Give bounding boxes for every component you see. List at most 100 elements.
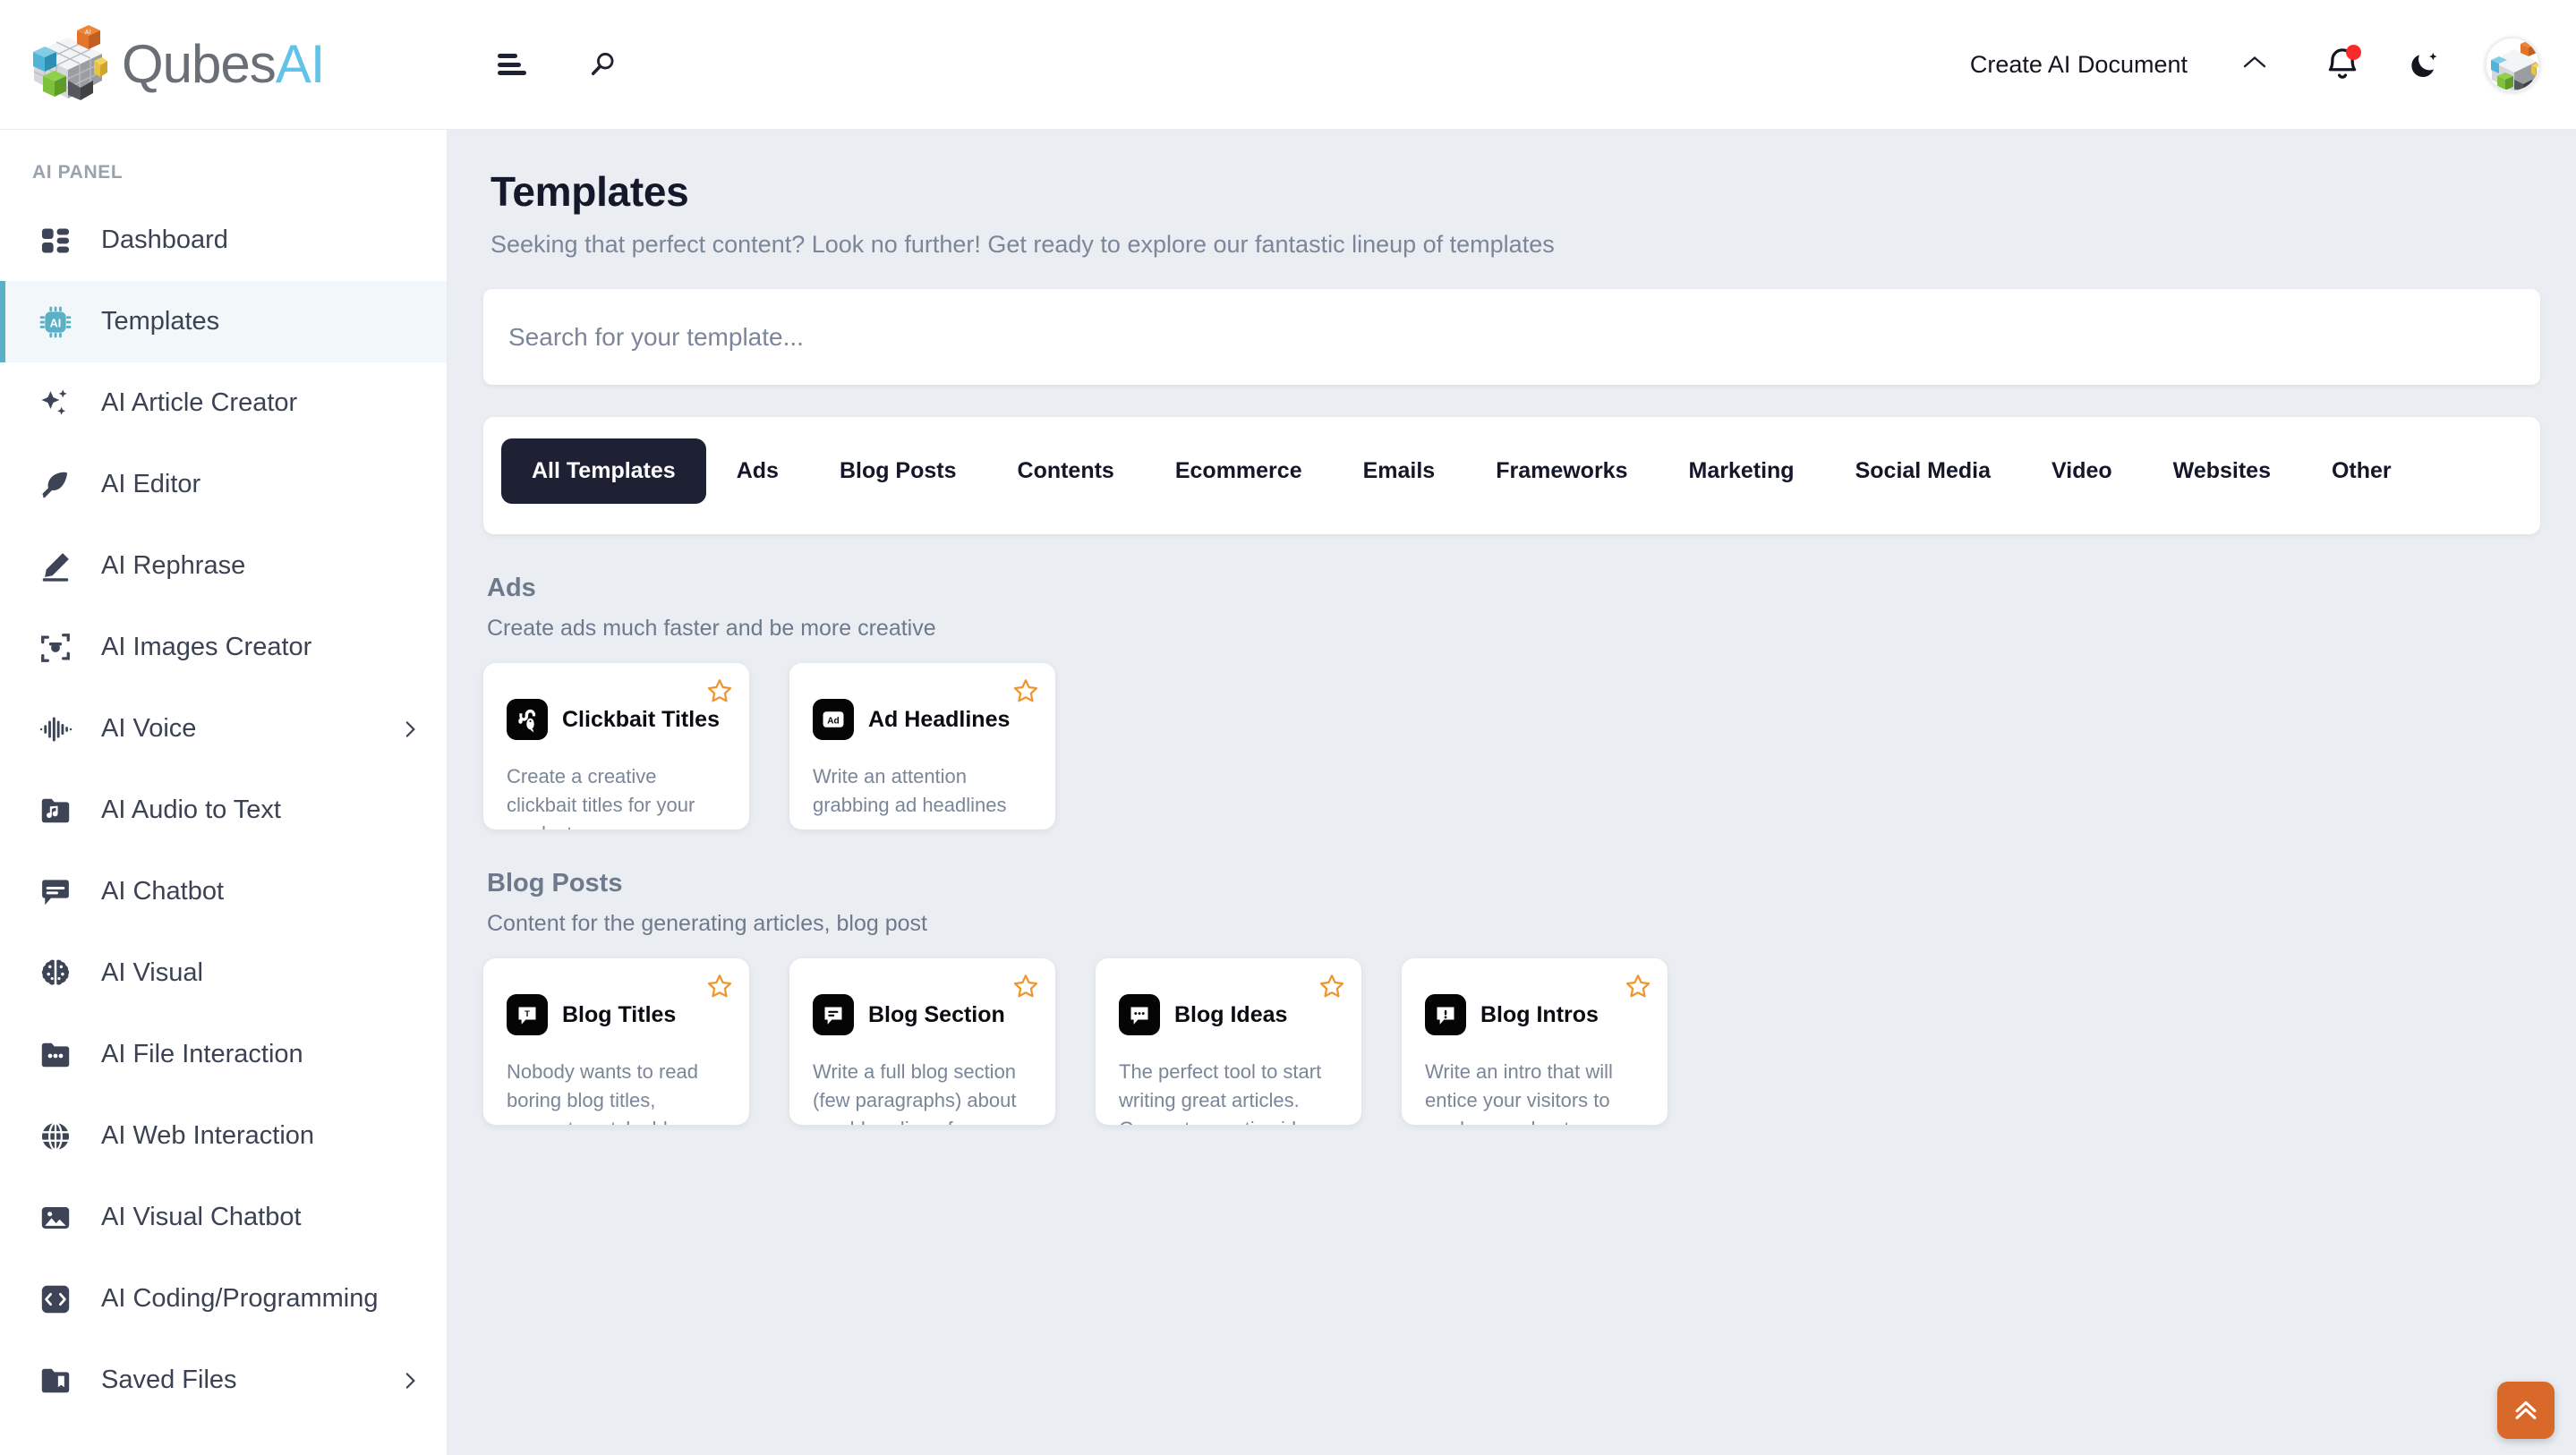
section-title: Blog Posts — [487, 869, 623, 898]
favorite-star-icon[interactable] — [706, 973, 733, 1004]
sidebar-item-label: AI Rephrase — [101, 551, 246, 580]
sidebar-item-label: AI Chatbot — [101, 877, 225, 906]
sidebar-item-ai-rephrase[interactable]: AI Rephrase — [0, 525, 447, 607]
grid-icon — [35, 220, 76, 261]
sidebar-item-ai-web-interaction[interactable]: AI Web Interaction — [0, 1095, 447, 1177]
scroll-to-top-button[interactable] — [2497, 1382, 2555, 1439]
menu-toggle-button[interactable] — [492, 45, 532, 84]
main-content: Templates Seeking that perfect content? … — [448, 130, 2576, 1455]
moon-icon — [2411, 53, 2437, 78]
brand-name: QubesAI — [122, 38, 325, 91]
sidebar-item-label: Dashboard — [101, 225, 228, 254]
brand-name-part2: AI — [275, 34, 326, 94]
template-card-grid: T Blog Titles Nobody wants to read borin… — [483, 958, 2540, 1125]
favorite-star-icon[interactable] — [1012, 973, 1039, 1004]
tab-contents[interactable]: Contents — [987, 438, 1145, 504]
waveform-icon — [35, 709, 76, 750]
sidebar-panel-label: AI PANEL — [32, 162, 124, 183]
ai-chip-icon: AI — [35, 302, 76, 343]
header-right-actions: Create AI Document — [1970, 37, 2576, 92]
tab-video[interactable]: Video — [2021, 438, 2143, 504]
svg-text:Ad: Ad — [827, 716, 840, 726]
template-card-blog-titles[interactable]: T Blog Titles Nobody wants to read borin… — [483, 958, 749, 1125]
tab-all-templates[interactable]: All Templates — [501, 438, 706, 504]
svg-text:AI: AI — [50, 317, 62, 329]
sidebar-item-ai-article-creator[interactable]: AI Article Creator — [0, 362, 447, 444]
page-title: Templates — [490, 168, 689, 215]
template-card-blog-intros[interactable]: Blog Intros Write an intro that will ent… — [1402, 958, 1668, 1125]
section-ads: Ads Create ads much faster and be more c… — [483, 574, 2540, 830]
sidebar-item-label: AI Editor — [101, 470, 201, 498]
svg-text:AI: AI — [85, 30, 91, 36]
sidebar-item-ai-editor[interactable]: AI Editor — [0, 444, 447, 525]
sidebar: AI PANEL Dashboard AI Templates AI Artic… — [0, 130, 448, 1455]
tab-marketing[interactable]: Marketing — [1659, 438, 1825, 504]
app-header: AI QubesAI Create AI Document — [0, 0, 2576, 130]
notification-badge-dot — [2346, 45, 2361, 60]
favorite-star-icon[interactable] — [1318, 973, 1345, 1004]
card-title: Clickbait Titles — [562, 706, 720, 732]
tab-ads[interactable]: Ads — [706, 438, 809, 504]
sidebar-item-ai-images-creator[interactable]: AI Images Creator — [0, 607, 447, 688]
favorite-star-icon[interactable] — [706, 677, 733, 709]
card-description: The perfect tool to start writing great … — [1119, 1060, 1328, 1125]
tab-social-media[interactable]: Social Media — [1825, 438, 2021, 504]
sidebar-item-ai-file-interaction[interactable]: AI File Interaction — [0, 1014, 447, 1095]
folder-bookmark-icon — [35, 1360, 76, 1401]
sidebar-item-ai-visual[interactable]: AI Visual — [0, 932, 447, 1014]
chevron-right-icon — [398, 718, 422, 741]
card-title: Ad Headlines — [868, 706, 1011, 732]
sidebar-item-label: AI Web Interaction — [101, 1121, 315, 1150]
sidebar-item-label: Saved Files — [101, 1366, 237, 1394]
card-title: Blog Titles — [562, 1001, 677, 1027]
card-title: Blog Section — [868, 1001, 1005, 1027]
tab-frameworks[interactable]: Frameworks — [1465, 438, 1658, 504]
tab-emails[interactable]: Emails — [1333, 438, 1466, 504]
svg-text:T: T — [525, 1009, 530, 1019]
sidebar-item-templates[interactable]: AI Templates — [0, 281, 447, 362]
tab-ecommerce[interactable]: Ecommerce — [1145, 438, 1333, 504]
section-subtitle: Create ads much faster and be more creat… — [487, 616, 936, 641]
brand-name-part1: Qubes — [122, 34, 277, 94]
template-card-grid: Clickbait Titles Create a creative click… — [483, 663, 2540, 830]
sidebar-item-ai-visual-chatbot[interactable]: AI Visual Chatbot — [0, 1177, 447, 1258]
camera-frame-icon — [35, 627, 76, 668]
sidebar-item-label: AI Voice — [101, 714, 197, 743]
sidebar-item-ai-audio-to-text[interactable]: AI Audio to Text — [0, 770, 447, 851]
sidebar-item-ai-coding-programming[interactable]: AI Coding/Programming — [0, 1258, 447, 1340]
card-title: Blog Ideas — [1174, 1001, 1288, 1027]
favorite-star-icon[interactable] — [1625, 973, 1651, 1004]
search-input[interactable] — [508, 322, 2515, 352]
template-card-blog-ideas[interactable]: Blog Ideas The perfect tool to start wri… — [1096, 958, 1361, 1125]
template-card-blog-section[interactable]: Blog Section Write a full blog section (… — [789, 958, 1055, 1125]
tab-blog-posts[interactable]: Blog Posts — [809, 438, 987, 504]
sidebar-item-label: Templates — [101, 307, 220, 336]
collapse-toggle-button[interactable] — [2229, 46, 2281, 84]
card-description: Write an intro that will entice your vis… — [1425, 1060, 1613, 1125]
folder-dots-icon — [35, 1034, 76, 1076]
tab-websites[interactable]: Websites — [2143, 438, 2301, 504]
sidebar-item-ai-chatbot[interactable]: AI Chatbot — [0, 851, 447, 932]
favorite-star-icon[interactable] — [1012, 677, 1039, 709]
theme-toggle-button[interactable] — [2404, 45, 2444, 84]
notifications-button[interactable] — [2322, 44, 2363, 85]
chat-bubble-icon — [35, 872, 76, 913]
create-ai-document-button[interactable]: Create AI Document — [1970, 51, 2188, 79]
sidebar-item-label: AI Visual — [101, 958, 203, 987]
header-search-button[interactable] — [584, 45, 623, 84]
header-tools — [492, 45, 623, 84]
sidebar-item-saved-files[interactable]: Saved Files — [0, 1340, 447, 1421]
category-tabs: All Templates Ads Blog Posts Contents Ec… — [483, 417, 2540, 534]
sidebar-item-dashboard[interactable]: Dashboard — [0, 200, 447, 281]
bubble-dots-icon — [1119, 994, 1160, 1035]
sidebar-item-ai-voice[interactable]: AI Voice — [0, 688, 447, 770]
brand-logo-area[interactable]: AI QubesAI — [0, 0, 448, 130]
card-description: Create a creative clickbait titles for y… — [507, 765, 695, 830]
card-title: Blog Intros — [1480, 1001, 1599, 1027]
template-card-clickbait-titles[interactable]: Clickbait Titles Create a creative click… — [483, 663, 749, 830]
user-avatar[interactable] — [2485, 37, 2540, 92]
hamburger-icon — [498, 54, 526, 75]
template-search-box[interactable] — [483, 289, 2540, 385]
template-card-ad-headlines[interactable]: Ad Ad Headlines Write an attention grabb… — [789, 663, 1055, 830]
tab-other[interactable]: Other — [2301, 438, 2422, 504]
